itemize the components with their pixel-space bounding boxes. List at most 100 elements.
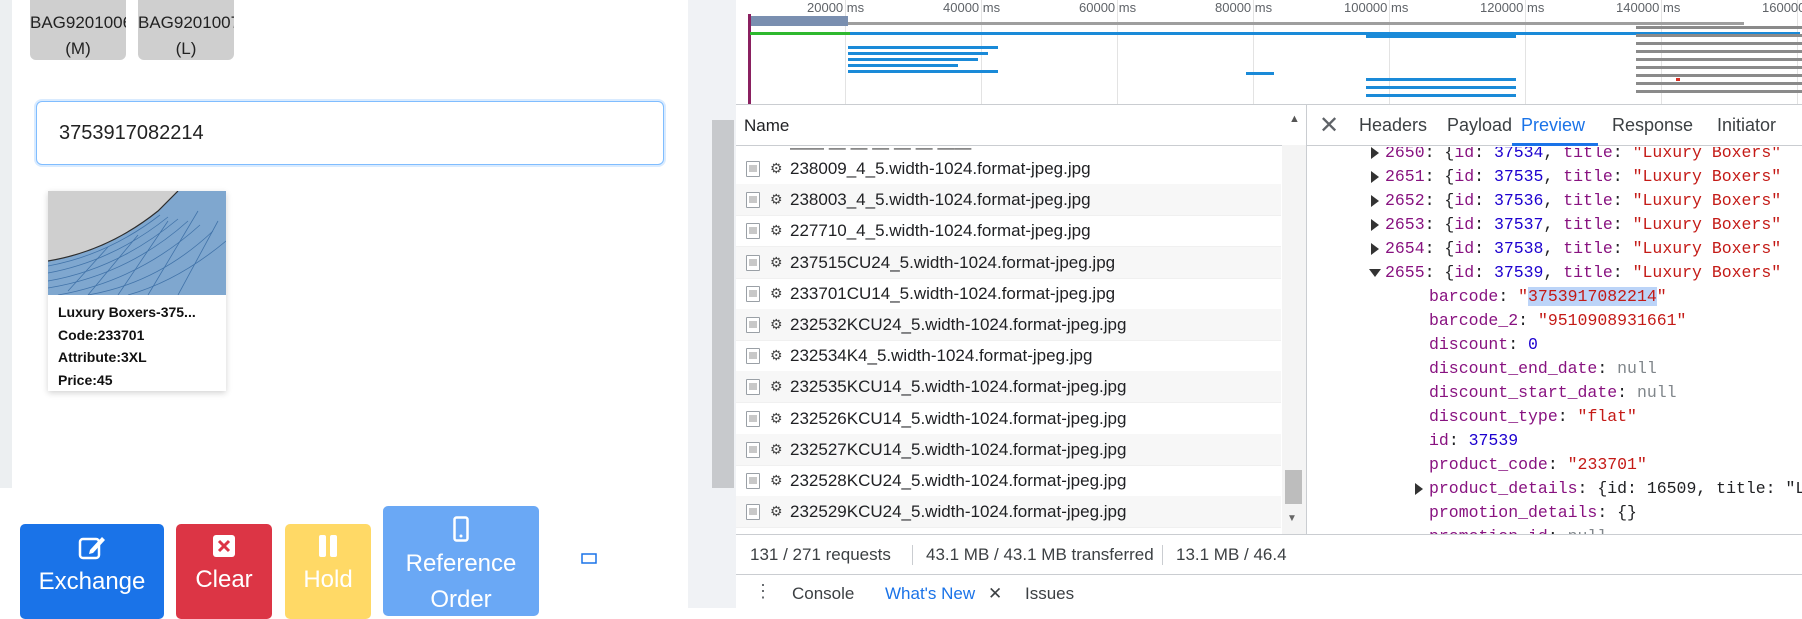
- reprint-receipt-button[interactable]: Reprint Receipt: [552, 524, 708, 619]
- overview-tick: 120000 ms: [1480, 0, 1545, 15]
- field-discount-type[interactable]: discount_type: "flat": [1429, 405, 1637, 429]
- gear-icon: ⚙: [770, 440, 783, 457]
- tree-node[interactable]: 2650: {id: 37534, title: "Luxury Boxers": [1371, 147, 1781, 165]
- tree-node[interactable]: 2652: {id: 37536, title: "Luxury Boxers": [1371, 189, 1781, 213]
- request-row[interactable]: ⚙ 237515CU24_5.width-1024.format-jpeg.jpg: [736, 246, 1281, 279]
- more-menu-icon[interactable]: ⋮: [754, 581, 772, 602]
- gear-icon: ⚙: [770, 409, 783, 426]
- overview-tick: 20000 ms: [807, 0, 865, 15]
- tree-node[interactable]: 2651: {id: 37535, title: "Luxury Boxers": [1371, 165, 1781, 189]
- file-icon: [746, 285, 760, 302]
- overview-marker: [748, 14, 751, 104]
- name-column-header[interactable]: Name ▲: [736, 105, 1306, 146]
- hold-button[interactable]: Hold: [285, 524, 371, 619]
- reference-order-button[interactable]: Reference Order: [383, 506, 539, 616]
- request-row[interactable]: ⚙ 232535KCU14_5.width-1024.format-jpeg.jp…: [736, 371, 1281, 404]
- detail-panel: ✕ Headers Payload Preview Response Initi…: [1307, 105, 1802, 574]
- request-name: 232528KCU24_5.width-1024.format-jpeg.jpg: [790, 471, 1127, 490]
- tab-payload[interactable]: Payload: [1447, 115, 1512, 136]
- clear-button[interactable]: Clear: [176, 524, 272, 619]
- tab-initiator[interactable]: Initiator: [1717, 115, 1776, 136]
- tab-headers[interactable]: Headers: [1359, 115, 1427, 136]
- overview-tick: 140000 ms: [1616, 0, 1681, 15]
- reference-label: Reference: [405, 550, 517, 577]
- drawer-tab-whats-new[interactable]: What's New: [885, 584, 975, 604]
- file-icon: [746, 379, 760, 396]
- request-row[interactable]: ⚙ 238009_4_5.width-1024.format-jpeg.jpg: [736, 153, 1281, 185]
- gear-icon: ⚙: [770, 378, 783, 395]
- request-name: 227710_4_5.width-1024.format-jpeg.jpg: [790, 221, 1091, 241]
- devtools-panel: 20000 ms 40000 ms 60000 ms 80000 ms 1000…: [736, 0, 1802, 609]
- request-row[interactable]: ⚙ 232534K4_5.width-1024.format-jpeg.jpg: [736, 340, 1281, 373]
- request-row[interactable]: ⚙ 238003_4_5.width-1024.format-jpeg.jpg: [736, 184, 1281, 217]
- order-label: Order: [430, 586, 492, 613]
- pos-scrollbar[interactable]: [712, 120, 734, 488]
- tree-node[interactable]: 2653: {id: 37537, title: "Luxury Boxers": [1371, 213, 1781, 237]
- pause-icon: [319, 535, 337, 557]
- gear-icon: ⚙: [770, 253, 783, 270]
- drawer-tab-console[interactable]: Console: [792, 584, 854, 604]
- field-product-details[interactable]: product_details: {id: 16509, title: "L: [1415, 477, 1802, 501]
- request-row[interactable]: ⚙ 232527KCU14_5.width-1024.format-jpeg.jp…: [736, 433, 1281, 466]
- tree-node-expanded[interactable]: 2655: {id: 37539, title: "Luxury Boxers": [1369, 261, 1781, 285]
- field-barcode-2[interactable]: barcode_2: "9510908931661": [1429, 309, 1686, 333]
- close-icon[interactable]: ✕: [1319, 111, 1339, 140]
- close-box-icon: [213, 535, 235, 557]
- barcode-input[interactable]: [36, 101, 664, 165]
- gear-icon: ⚙: [770, 160, 783, 176]
- tab-response[interactable]: Response: [1612, 115, 1693, 136]
- overview-selection[interactable]: [748, 16, 848, 26]
- tree-node[interactable]: 2654: {id: 37538, title: "Luxury Boxers": [1371, 237, 1781, 261]
- request-name: 238009_4_5.width-1024.format-jpeg.jpg: [790, 159, 1091, 178]
- receipt-label: Receipt: [589, 576, 671, 603]
- gear-icon: ⚙: [770, 503, 783, 520]
- gear-icon: ⚙: [770, 284, 783, 301]
- exchange-label: Exchange: [38, 568, 146, 595]
- file-icon: [746, 441, 760, 458]
- scroll-down-icon[interactable]: ▼: [1287, 513, 1297, 524]
- field-product-code[interactable]: product_code: "233701": [1429, 453, 1647, 477]
- tab-preview[interactable]: Preview: [1521, 115, 1585, 136]
- request-row[interactable]: ⚙ 232526KCU14_5.width-1024.format-jpeg.jp…: [736, 403, 1281, 435]
- left-gutter: [0, 0, 12, 488]
- close-tab-icon[interactable]: ✕: [988, 584, 1002, 604]
- detail-tabs: ✕ Headers Payload Preview Response Initi…: [1307, 105, 1802, 146]
- variant-button-l[interactable]: BAG9201007 (L): [138, 0, 234, 60]
- field-id[interactable]: id: 37539: [1429, 429, 1518, 453]
- field-discount-start-date[interactable]: discount_start_date: null: [1429, 381, 1677, 405]
- clear-label: Clear: [195, 566, 253, 593]
- request-row[interactable]: ⚙ 227710_4_5.width-1024.format-jpeg.jpg: [736, 215, 1281, 248]
- field-discount[interactable]: discount: 0: [1429, 333, 1538, 357]
- devtools-drawer: ⋮ Console What's New ✕ Issues: [736, 574, 1802, 609]
- resources-size: 13.1 MB / 46.4: [1176, 545, 1287, 564]
- product-card[interactable]: Luxury Boxers-375... Code:233701 Attribu…: [48, 191, 226, 391]
- request-row[interactable]: ⚙ 232529KCU24_5.width-1024.format-jpeg.jp…: [736, 496, 1281, 529]
- variant-button-m[interactable]: BAG9201006 (M): [30, 0, 126, 60]
- requests-count: 131 / 271 requests: [750, 545, 891, 564]
- request-row[interactable]: ⚙ 232532KCU24_5.width-1024.format-jpeg.jp…: [736, 309, 1281, 341]
- gear-icon: ⚙: [770, 347, 783, 364]
- active-tab-indicator: [1512, 143, 1598, 146]
- field-barcode[interactable]: barcode: "3753917082214": [1429, 285, 1667, 309]
- gear-icon: ⚙: [770, 222, 783, 239]
- variant-size: (M): [65, 39, 91, 58]
- file-icon: [746, 223, 760, 240]
- file-icon: [746, 254, 760, 271]
- product-title: Luxury Boxers-375...: [58, 304, 196, 320]
- variant-code: BAG9201007: [138, 13, 234, 32]
- variant-size: (L): [175, 39, 197, 58]
- field-discount-end-date[interactable]: discount_end_date: null: [1429, 357, 1657, 381]
- network-overview[interactable]: 20000 ms 40000 ms 60000 ms 80000 ms 1000…: [736, 0, 1802, 105]
- exchange-button[interactable]: Exchange: [20, 524, 164, 619]
- request-row[interactable]: ⚙ 232528KCU24_5.width-1024.format-jpeg.jp…: [736, 465, 1281, 497]
- file-icon: [746, 348, 760, 365]
- edit-icon: [78, 537, 105, 560]
- request-row[interactable]: ⚙ 233701CU14_5.width-1024.format-jpeg.jpg: [736, 278, 1281, 310]
- hold-label: Hold: [303, 566, 353, 593]
- request-scroll-thumb[interactable]: [1285, 470, 1302, 504]
- request-name: 232532KCU24_5.width-1024.format-jpeg.jpg: [790, 315, 1127, 334]
- product-attribute: Attribute:3XL: [58, 349, 147, 365]
- drawer-tab-issues[interactable]: Issues: [1025, 584, 1074, 604]
- json-preview: 2650: {id: 37534, title: "Luxury Boxers"…: [1307, 147, 1802, 537]
- field-promotion-details[interactable]: promotion_details: {}: [1429, 501, 1637, 525]
